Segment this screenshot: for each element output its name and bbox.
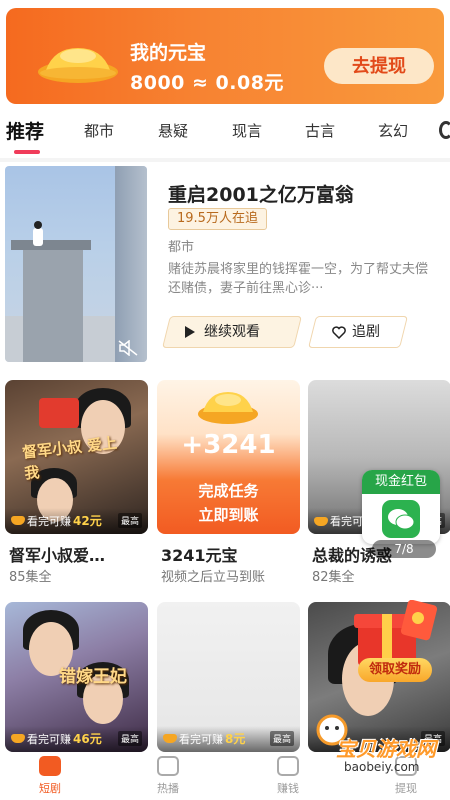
earn-label: 看完可赚 8元	[163, 730, 245, 747]
short-drama-icon	[39, 756, 61, 776]
ingot-icon	[163, 734, 177, 743]
withdraw-button[interactable]: 去提现	[324, 48, 434, 84]
earn-label: 看完可赚 46元	[11, 730, 102, 747]
drama-title[interactable]: 督军小叔爱…	[9, 542, 147, 566]
watermark-text: 宝贝游戏网	[336, 737, 436, 761]
tab-recommend[interactable]: 推荐	[6, 117, 44, 144]
red-packet-widget[interactable]: 现金红包	[362, 470, 440, 544]
continue-watching-label: 继续观看	[204, 324, 260, 340]
ingot-icon	[11, 734, 25, 743]
drama-poster[interactable]: 看完可赚 8元 最高	[157, 602, 300, 752]
active-tab-indicator	[14, 150, 40, 154]
wallet-icon	[277, 756, 299, 776]
max-tag: 最高	[269, 731, 294, 746]
ingot-icon	[314, 516, 328, 526]
poster-title-art: 错嫁王妃	[59, 667, 127, 687]
nav-shorts[interactable]: 短剧	[20, 756, 80, 796]
featured-description: 赌徒苏晨将家里的钱挥霍一空，为了帮丈夫偿还赌债，妻子前往黑心诊···	[168, 262, 429, 296]
task-text-1: 完成任务	[198, 482, 259, 500]
reward-subtitle: 视频之后立马到账	[161, 570, 266, 585]
followers-badge: 19.5万人在追	[168, 208, 267, 230]
drama-poster[interactable]: 错嫁王妃 看完可赚 46元 最高	[5, 602, 148, 752]
tab-suspense[interactable]: 悬疑	[158, 120, 188, 141]
follow-drama-label: 追剧	[352, 324, 380, 340]
search-icon[interactable]	[439, 121, 450, 139]
max-tag: 最高	[117, 731, 142, 746]
tab-urban[interactable]: 都市	[84, 120, 114, 141]
wechat-icon	[382, 500, 420, 538]
reward-title[interactable]: 3241元宝	[161, 542, 299, 566]
drama-poster[interactable]: 督军小叔 爱上我 看完可赚 42元 最高	[5, 380, 148, 534]
red-packet-progress: 7/8	[372, 540, 436, 558]
featured-genre: 都市	[168, 240, 195, 255]
max-tag: 最高	[117, 513, 142, 528]
tab-fantasy[interactable]: 玄幻	[378, 120, 408, 141]
tab-modern-romance[interactable]: 现言	[232, 120, 262, 141]
tab-ancient-romance[interactable]: 古言	[305, 120, 335, 141]
mute-icon[interactable]	[118, 340, 138, 356]
section-divider	[0, 158, 450, 162]
featured-title[interactable]: 重启2001之亿万富翁	[168, 180, 354, 207]
banner-title: 我的元宝	[130, 42, 207, 64]
episode-count: 82集全	[312, 570, 355, 585]
video-icon	[157, 756, 179, 776]
category-tabs: 推荐 都市 悬疑 现言 古言 玄幻	[0, 112, 450, 154]
earn-label: 看完可赚 42元	[11, 512, 102, 529]
nav-trending[interactable]: 热播	[138, 756, 198, 796]
watermark-url: baobeiy.com	[344, 760, 420, 774]
claim-reward-button[interactable]: 领取奖励	[358, 658, 432, 682]
reward-amount: +3241	[181, 430, 276, 460]
play-icon	[185, 326, 195, 338]
poster-title-art: 督军小叔 爱上我	[21, 433, 118, 483]
yuanbao-banner[interactable]: 我的元宝 8000 ≈ 0.08元 去提现	[6, 8, 444, 104]
gold-ingot-icon	[38, 48, 118, 83]
heart-icon	[332, 325, 346, 339]
episode-count: 85集全	[9, 570, 52, 585]
ingot-icon	[11, 516, 25, 525]
task-poster[interactable]: +3241 完成任务 立即到账	[157, 380, 300, 534]
task-text-2: 立即到账	[198, 506, 259, 524]
exchange-rate: 8000 ≈ 0.08元	[130, 72, 284, 94]
featured-poster[interactable]	[5, 166, 147, 362]
earn-label: 看完可	[314, 513, 363, 529]
red-packet-label: 现金红包	[362, 470, 440, 494]
gold-ingot-icon	[198, 392, 258, 424]
